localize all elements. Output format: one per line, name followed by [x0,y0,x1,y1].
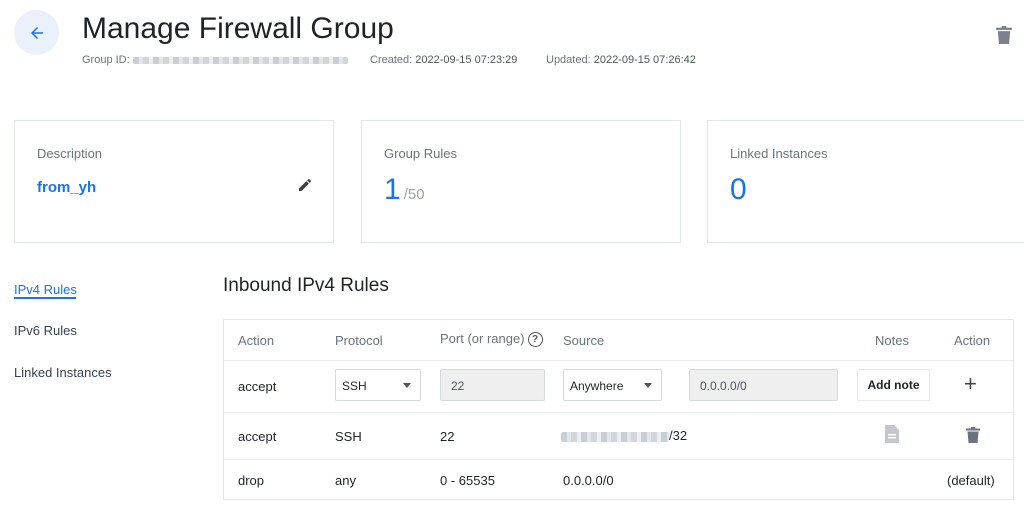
rule-port: 0 - 65535 [440,473,495,488]
group-rules-label: Group Rules [384,146,457,161]
header-protocol: Protocol [335,333,383,348]
header-source: Source [563,333,605,348]
header-action: Action [238,333,275,348]
page-title: Manage Firewall Group [82,12,394,45]
description-value: from_yh [37,179,97,196]
rule-protocol: SSH [335,429,362,444]
linked-instances-label: Linked Instances [730,146,828,161]
plus-icon[interactable]: + [964,373,977,395]
linked-instances-count: 0 [730,173,747,206]
group-rules-count: 1/50 [384,173,425,206]
group-rules-max: /50 [403,186,425,203]
description-label: Description [37,146,103,161]
divider [224,360,1013,361]
rule-source: 0.0.0.0/0 [563,473,614,488]
help-icon[interactable]: ? [527,332,543,348]
new-rule-action: accept [238,379,277,394]
divider [224,412,1013,413]
source-cidr-input[interactable]: 0.0.0.0/0 [689,369,838,401]
note-button[interactable] [885,425,899,446]
header-port: Port (or range)? [440,331,543,348]
nav-ipv4-rules[interactable]: IPv4 Rules [14,282,77,297]
rule-protocol: any [335,473,356,488]
rule-source: /32 [561,428,687,443]
protocol-select[interactable]: SSH [335,369,421,401]
updated-timestamp: Updated: 2022-09-15 07:26:42 [546,54,696,66]
rule-action: accept [238,429,277,444]
redacted-group-id [132,56,348,64]
nav-ipv6-rules[interactable]: IPv6 Rules [14,323,77,338]
trash-icon [966,427,980,443]
chevron-down-icon [644,383,652,388]
header-action-right: Action [954,333,991,348]
port-input[interactable]: 22 [440,369,545,401]
delete-rule-button[interactable] [966,427,980,446]
pencil-icon [299,178,312,191]
delete-group-button[interactable] [996,26,1012,49]
document-icon [885,425,899,443]
header-notes: Notes [875,333,909,348]
created-timestamp: Created: 2022-09-15 07:23:29 [370,54,518,66]
section-title: Inbound IPv4 Rules [223,275,389,296]
group-id: Group ID: [82,54,348,66]
chevron-down-icon [403,383,411,388]
group-rules-card: Group Rules 1/50 [361,120,681,243]
back-button[interactable] [14,10,59,55]
description-card: Description from_yh [14,120,334,243]
source-select[interactable]: Anywhere [563,369,662,401]
inbound-rules-table: Action Protocol Port (or range)? Source … [223,319,1014,500]
divider [224,459,1013,460]
rule-action: drop [238,473,265,488]
nav-linked-instances[interactable]: Linked Instances [14,365,112,380]
add-note-button[interactable]: Add note [857,369,930,401]
default-label: (default) [947,473,995,488]
linked-instances-card: Linked Instances 0 [707,120,1024,243]
arrow-left-icon [30,26,43,39]
edit-description-button[interactable] [297,177,313,198]
nav-active-indicator [14,297,76,299]
rule-port: 22 [440,429,455,444]
trash-icon [996,26,1012,44]
redacted-ip [561,431,669,442]
